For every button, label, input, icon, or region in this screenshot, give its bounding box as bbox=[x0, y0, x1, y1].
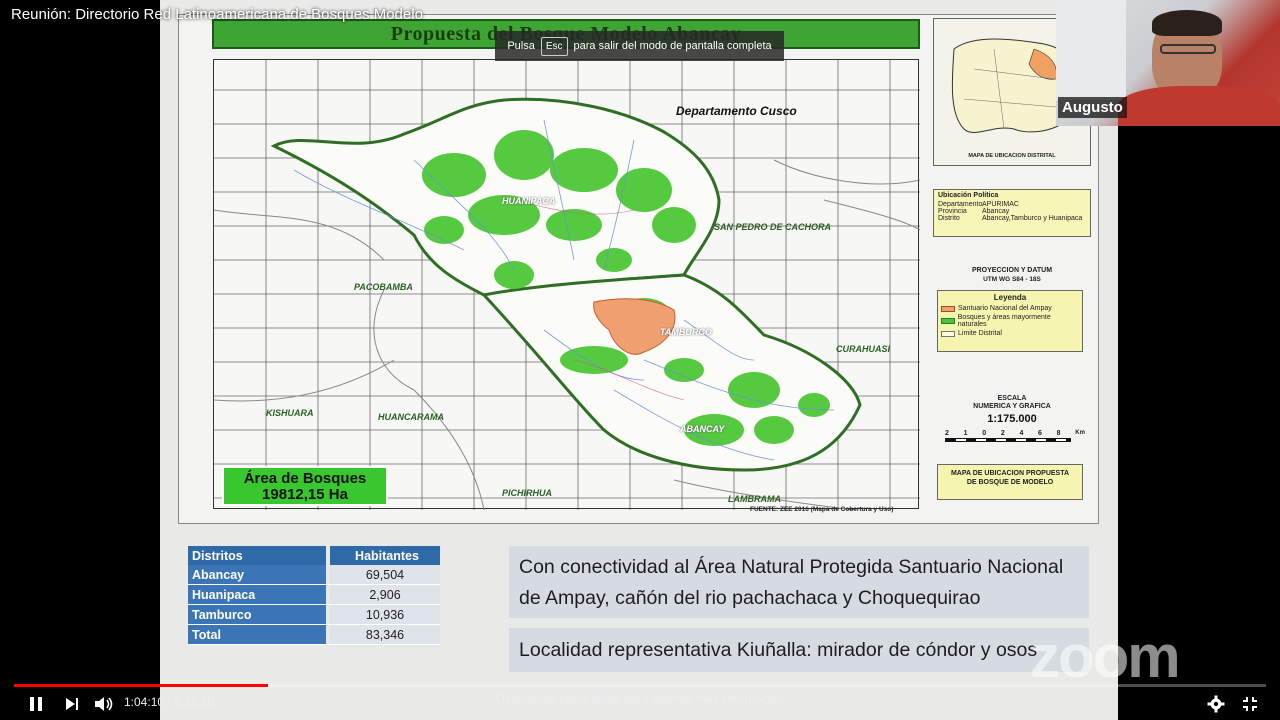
map-source: FUENTE: ZEE 2016 (Mapa de Cobertura y Us… bbox=[750, 506, 894, 513]
table-header-row: Distritos Habitantes bbox=[188, 546, 440, 565]
label-pacobamba: PACOBAMBA bbox=[354, 282, 413, 292]
map-frame: Propuesta del Bosque Modelo Abancay bbox=[178, 14, 1099, 524]
fullscreen-exit-hint: Pulsa Esc para salir del modo de pantall… bbox=[495, 31, 784, 61]
inset-caption: MAPA DE UBICACION DISTRITAL bbox=[968, 153, 1056, 159]
participant-shirt bbox=[1118, 86, 1280, 126]
legend-title: Leyenda bbox=[993, 293, 1027, 302]
forest-area-value: 19812,15 Ha bbox=[262, 486, 348, 503]
participant-glasses bbox=[1160, 44, 1216, 54]
column-header-districts: Distritos bbox=[188, 546, 326, 565]
projection-title: PROYECCION Y DATUM bbox=[971, 267, 1053, 274]
location-row: Departamento APURIMAC bbox=[938, 201, 1019, 208]
legend-item-sanctuary: Santuario Nacional del Ampay bbox=[938, 304, 1082, 313]
participant-name-label: Augusto bbox=[1058, 97, 1127, 118]
scale-ticks: 2 1 0 2 4 6 8 Km bbox=[945, 430, 1085, 437]
label-huanipaca: HUANIPACA bbox=[502, 196, 556, 206]
legend-item-boundary: Limite Distrital bbox=[938, 329, 1082, 338]
label-san-pedro: SAN PEDRO DE CACHORA bbox=[714, 222, 832, 232]
projection-datum: UTM WG S84 - 18S bbox=[983, 276, 1041, 283]
video-player[interactable]: Propuesta del Bosque Modelo Abancay bbox=[0, 0, 1280, 720]
legend-swatch bbox=[941, 305, 955, 312]
progress-fill bbox=[14, 684, 269, 687]
gear-icon bbox=[1207, 695, 1225, 713]
table-row: Abancay 69,504 bbox=[188, 565, 440, 585]
location-title: Ubicación Política bbox=[938, 192, 999, 199]
label-huancarama: HUANCARAMA bbox=[378, 412, 444, 422]
column-header-inhabitants: Habitantes bbox=[330, 546, 440, 565]
map-caption-box: MAPA DE UBICACION PROPUESTA DE BOSQUE DE… bbox=[937, 464, 1083, 500]
locality-text: Localidad representativa Kiuñalla: mirad… bbox=[509, 628, 1089, 672]
forest-map-graphic bbox=[213, 60, 921, 511]
presentation-slide: Propuesta del Bosque Modelo Abancay bbox=[160, 0, 1118, 720]
map-canvas: Departamento Cusco HUANIPACA SAN PEDRO D… bbox=[213, 59, 921, 513]
scale-subtitle: NUMERICA Y GRAFICA bbox=[973, 403, 1051, 410]
population-table: Distritos Habitantes Abancay 69,504 Huani… bbox=[188, 546, 440, 645]
label-tamburco: TAMBURCO bbox=[660, 327, 712, 337]
exit-fullscreen-icon bbox=[1243, 697, 1257, 711]
scale-value: 1:175.000 bbox=[987, 413, 1037, 425]
scale-title: ESCALA bbox=[997, 395, 1027, 402]
meeting-title: Reunión: Directorio Red Latinoamericana … bbox=[11, 6, 423, 23]
player-controls: 1:04:10 / 5:15:50 Desplázate hacia abajo… bbox=[0, 676, 1280, 720]
scale-bar: 2 1 0 2 4 6 8 Km bbox=[945, 430, 1085, 446]
esc-key-badge: Esc bbox=[540, 36, 568, 56]
table-row-total: Total 83,346 bbox=[188, 625, 440, 645]
legend-swatch bbox=[941, 330, 955, 337]
location-row: Provincia Abancay bbox=[938, 208, 1010, 215]
connectivity-text: Con conectividad al Área Natural Protegi… bbox=[509, 546, 1089, 618]
legend-swatch bbox=[941, 318, 955, 324]
legend-box: Leyenda Santuario Nacional del Ampay Bos… bbox=[937, 290, 1083, 352]
location-row: Distrito Abancay,Tamburco y Huanipaca bbox=[938, 215, 1083, 222]
table-row: Tamburco 10,936 bbox=[188, 605, 440, 625]
table-row: Huanipaca 2,906 bbox=[188, 585, 440, 605]
political-location-box: Ubicación Política Departamento APURIMAC … bbox=[933, 189, 1091, 237]
scale-stripe bbox=[945, 438, 1071, 442]
chevron-down-icon: ⌄ bbox=[635, 705, 645, 716]
label-curahuasi: CURAHUASI bbox=[836, 344, 890, 354]
label-lambrama: LAMBRAMA bbox=[728, 494, 781, 504]
progress-bar[interactable] bbox=[14, 684, 1266, 687]
label-kishuara: KISHUARA bbox=[266, 408, 314, 418]
label-department: Departamento Cusco bbox=[676, 104, 797, 118]
label-abancay: ABANCAY bbox=[680, 424, 725, 434]
forest-area-title: Área de Bosques bbox=[243, 470, 367, 487]
exit-fullscreen-button[interactable] bbox=[1238, 693, 1262, 715]
legend-item-forest: Bosques y áreas mayormente naturales bbox=[938, 313, 1082, 329]
settings-button[interactable] bbox=[1204, 693, 1228, 715]
forest-area-box: Área de Bosques 19812,15 Ha bbox=[222, 466, 388, 506]
scroll-hint: Desplázate hacia abajo para obtener más … bbox=[0, 692, 1280, 716]
label-pichirhua: PICHIRHUA bbox=[502, 488, 553, 498]
